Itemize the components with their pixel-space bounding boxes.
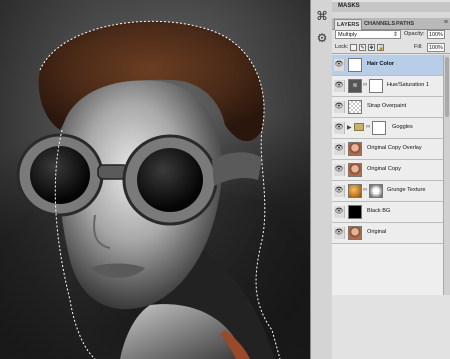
layer-row-goggles[interactable]: 👁 ▶ ∞ Goggles [332, 118, 450, 139]
right-goggle-lens [137, 148, 203, 212]
layer-row-strap-overpaint[interactable]: 👁 Strap Overpaint [332, 97, 450, 118]
eye-icon[interactable]: 👁 [334, 143, 345, 155]
layer-name: Strap Overpaint [367, 103, 407, 109]
layer-thumbnail [348, 100, 362, 114]
mask-thumbnail [372, 121, 386, 135]
masks-panel-icon[interactable]: ⌘ [314, 8, 330, 24]
left-goggle-lens [30, 146, 90, 204]
layer-row-original-copy-overlay[interactable]: 👁 Original Copy Overlay [332, 139, 450, 160]
mask-thumbnail [369, 79, 383, 93]
eye-icon[interactable]: 👁 [334, 122, 345, 134]
layer-row-original[interactable]: 👁 Original [332, 223, 450, 244]
lock-all-icon[interactable]: 🔒 [377, 44, 384, 51]
layer-thumbnail [348, 58, 362, 72]
eye-icon[interactable]: 👁 [334, 206, 345, 218]
layers-panel: MASKS LAYERS CHANNELS PATHS ≡ Multiply ⇕… [332, 0, 450, 359]
opacity-label: Opacity: [404, 31, 425, 37]
dock-icon-strip: ⌘ ⚙ [310, 0, 333, 359]
layer-thumbnail [348, 142, 362, 156]
eye-icon[interactable]: 👁 [334, 227, 345, 239]
blend-mode-value: Multiply [338, 32, 357, 38]
document-canvas[interactable] [0, 0, 310, 359]
tab-paths[interactable]: PATHS [394, 19, 416, 29]
adjustment-icon: ≋ [348, 79, 362, 93]
layer-name: Goggles [392, 124, 413, 130]
layer-thumbnail [348, 226, 362, 240]
link-icon: ∞ [366, 124, 371, 130]
lock-image-icon[interactable]: ✎ [359, 44, 366, 51]
layer-thumbnail [348, 184, 362, 198]
eye-icon[interactable]: 👁 [334, 185, 345, 197]
eye-icon[interactable]: 👁 [334, 164, 345, 176]
goggle-strap-right [212, 152, 262, 186]
link-icon: ∞ [363, 187, 368, 193]
layers-panel-icon[interactable]: ⚙ [314, 30, 330, 46]
eye-icon[interactable]: 👁 [334, 59, 345, 71]
layer-name: Black BG [367, 208, 391, 214]
layer-name: Grunge Texture [387, 187, 426, 193]
masks-tab-label: MASKS [338, 3, 360, 9]
lock-position-icon[interactable]: ✥ [368, 44, 375, 51]
fill-label: Fill: [414, 44, 423, 50]
portrait-artwork [16, 20, 281, 359]
link-icon: ∞ [363, 82, 368, 88]
layer-thumbnail [348, 205, 362, 219]
layer-name: Original [367, 229, 387, 235]
lock-transparency-icon[interactable] [350, 44, 357, 51]
blend-row: Multiply ⇕ Opacity: 100% [332, 29, 450, 41]
folder-icon [354, 123, 364, 131]
layer-row-black-bg[interactable]: 👁 Black BG [332, 202, 450, 223]
layer-row-original-copy[interactable]: 👁 Original Copy [332, 160, 450, 181]
tab-channels[interactable]: CHANNELS [362, 19, 397, 29]
layers-list: 👁 Hair Color 👁 ≋ ∞ Hue/Saturation 1 👁 St… [332, 55, 450, 295]
fill-field[interactable]: 100% [427, 43, 445, 52]
mask-thumbnail [369, 184, 383, 198]
eye-icon[interactable]: 👁 [334, 101, 345, 113]
chevron-down-icon: ⇕ [392, 32, 398, 38]
layer-thumbnail [348, 163, 362, 177]
layer-row-grunge-texture[interactable]: 👁 ∞ Grunge Texture [332, 181, 450, 202]
layer-name: Original Copy [367, 166, 401, 172]
blend-mode-select[interactable]: Multiply ⇕ [335, 30, 401, 39]
panel-menu-icon[interactable]: ≡ [444, 19, 448, 26]
opacity-field[interactable]: 100% [427, 30, 445, 39]
expand-triangle-icon[interactable]: ▶ [347, 124, 352, 131]
layer-name: Hair Color [367, 61, 395, 67]
eye-icon[interactable]: 👁 [334, 80, 345, 92]
scrollbar-thumb[interactable] [445, 57, 449, 117]
layer-name: Original Copy Overlay [367, 145, 422, 151]
layers-scrollbar[interactable] [443, 55, 450, 295]
layer-row-hue-saturation[interactable]: 👁 ≋ ∞ Hue/Saturation 1 [332, 76, 450, 97]
layer-name: Hue/Saturation 1 [387, 82, 429, 88]
lock-row: Lock: ✎ ✥ 🔒 Fill: 100% [332, 42, 450, 54]
lock-label: Lock: [335, 44, 349, 50]
layer-row-hair-color[interactable]: 👁 Hair Color [332, 55, 450, 76]
